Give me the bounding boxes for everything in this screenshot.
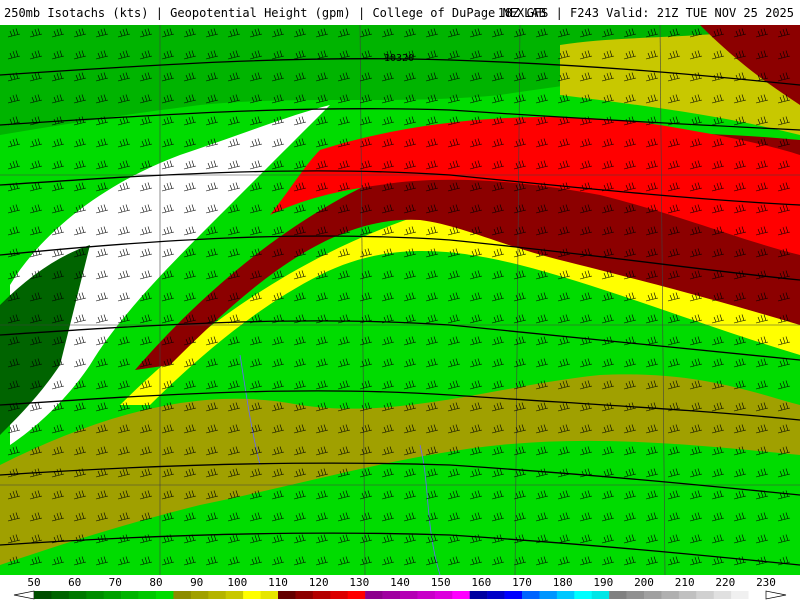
colorbar-swatch	[522, 591, 540, 599]
colorbar-swatch	[574, 591, 593, 599]
colorbar-tick-label: 190	[593, 576, 613, 589]
colorbar-swatch	[103, 591, 122, 599]
contour-label: 10320	[384, 53, 414, 64]
colorbar-swatch	[121, 591, 139, 599]
map-title: 250mb Isotachs (kts) | Geopotential Heig…	[4, 6, 546, 20]
colorbar-tick-label: 130	[349, 576, 369, 589]
model-run-valid-time: 18Z GFS | F243 Valid: 21Z TUE NOV 25 202…	[497, 6, 794, 20]
colorbar-swatch	[382, 591, 401, 599]
colorbar-swatch	[661, 591, 680, 599]
colorbar-swatch	[731, 591, 749, 599]
colorbar-right-arrow	[765, 590, 787, 600]
colorbar-swatch	[748, 591, 767, 599]
colorbar-tick-label: 150	[431, 576, 451, 589]
colorbar-tick-label: 200	[634, 576, 654, 589]
colorbar-swatches	[34, 591, 767, 599]
colorbar-graphic: 50 60 70 80 90 100 110 120 130 140 150 160 170 180 190…	[13, 576, 787, 600]
colorbar-swatch	[539, 591, 558, 599]
colorbar-tick-label: 90	[190, 576, 203, 589]
colorbar-tick-label: 220	[715, 576, 735, 589]
colorbar-swatch	[626, 591, 645, 599]
colorbar-swatch	[225, 591, 244, 599]
colorbar-swatch	[609, 591, 627, 599]
colorbar-tick-label: 80	[149, 576, 162, 589]
colorbar-swatch	[68, 591, 87, 599]
colorbar-swatch	[208, 591, 227, 599]
colorbar-tick-label: 230	[756, 576, 776, 589]
colorbar-tick-label: 180	[553, 576, 573, 589]
colorbar-tick-label: 210	[675, 576, 695, 589]
colorbar-swatch	[678, 591, 697, 599]
colorbar-swatch	[713, 591, 732, 599]
colorbar-swatch	[400, 591, 418, 599]
colorbar-swatch	[417, 591, 436, 599]
colorbar-swatch	[260, 591, 279, 599]
colorbar-swatch	[243, 591, 261, 599]
colorbar-ticks: 50 60 70 80 90 100 110 120 130 140 150 160 170 180 190…	[27, 576, 776, 589]
colorbar-swatch	[504, 591, 523, 599]
colorbar-swatch	[51, 591, 70, 599]
colorbar-swatch	[312, 591, 331, 599]
isotach-colorbar: 50 60 70 80 90 100 110 120 130 140 150 160 170 180 190…	[0, 575, 800, 600]
colorbar-tick-label: 140	[390, 576, 410, 589]
colorbar-left-arrow	[13, 590, 35, 600]
colorbar-swatch	[173, 591, 192, 599]
colorbar-swatch	[295, 591, 314, 599]
colorbar-swatch	[365, 591, 383, 599]
colorbar-tick-label: 110	[268, 576, 288, 589]
colorbar-swatch	[138, 591, 157, 599]
colorbar-swatch	[452, 591, 471, 599]
isotach-map: 10320	[0, 25, 800, 575]
colorbar-swatch	[644, 591, 662, 599]
colorbar-swatch	[696, 591, 715, 599]
colorbar-swatch	[278, 591, 296, 599]
colorbar-swatch	[591, 591, 610, 599]
colorbar-swatch	[487, 591, 505, 599]
colorbar-tick-label: 120	[309, 576, 329, 589]
colorbar-swatch	[86, 591, 105, 599]
colorbar-swatch	[34, 591, 52, 599]
isotach-shading	[0, 25, 800, 575]
colorbar-tick-label: 160	[471, 576, 491, 589]
colorbar-tick-label: 70	[109, 576, 122, 589]
colorbar-tick-label: 170	[512, 576, 532, 589]
map-header: 250mb Isotachs (kts) | Geopotential Heig…	[0, 0, 800, 25]
colorbar-tick-label: 60	[68, 576, 81, 589]
colorbar-swatch	[556, 591, 575, 599]
colorbar-tick-label: 50	[27, 576, 40, 589]
colorbar-swatch	[347, 591, 366, 599]
colorbar-swatch	[434, 591, 453, 599]
colorbar-tick-label: 100	[227, 576, 247, 589]
colorbar-swatch	[156, 591, 174, 599]
colorbar-swatch	[469, 591, 488, 599]
colorbar-swatch	[330, 591, 349, 599]
colorbar-swatch	[190, 591, 209, 599]
